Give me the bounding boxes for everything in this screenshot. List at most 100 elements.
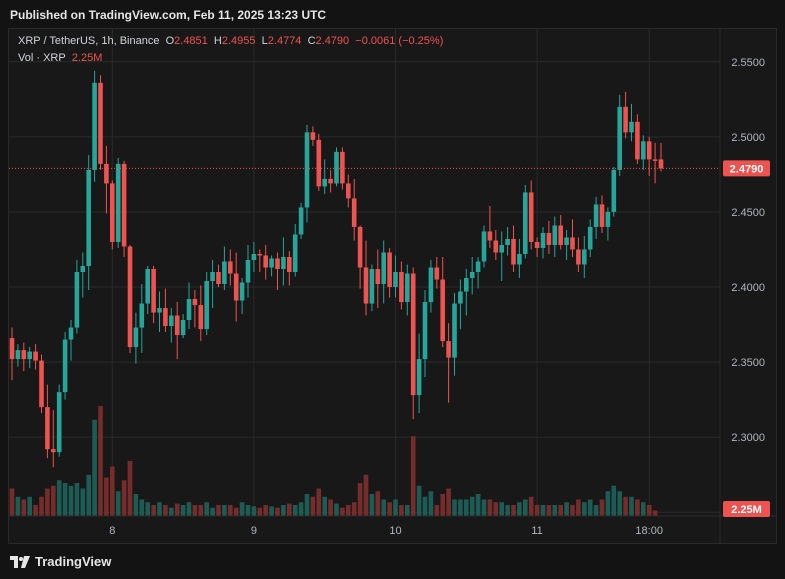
volume-bar xyxy=(481,499,487,516)
volume-bar xyxy=(62,483,68,516)
volume-bar xyxy=(287,503,292,516)
volume-bar xyxy=(239,502,245,516)
candle-body xyxy=(27,351,32,360)
candles xyxy=(9,70,664,468)
volume-bar xyxy=(169,507,174,516)
candle-body xyxy=(440,279,445,342)
volume-bar xyxy=(92,419,97,516)
last-price-label: 2.4790 xyxy=(730,163,764,175)
volume-bar xyxy=(334,503,339,516)
candle-body xyxy=(322,178,327,187)
volume-bar xyxy=(357,483,363,516)
x-tick-label: 10 xyxy=(389,525,401,537)
candle-body xyxy=(658,159,664,169)
volume-bar xyxy=(163,505,168,516)
candle-body xyxy=(623,106,628,133)
volume-bar xyxy=(328,499,333,516)
volume-bar xyxy=(558,505,563,516)
candle-body xyxy=(192,299,198,306)
footer: TradingView xyxy=(10,554,111,569)
volume-bar xyxy=(375,491,381,516)
volume-bar xyxy=(475,494,481,516)
candle-body xyxy=(546,232,552,245)
candle-body xyxy=(493,240,499,253)
volume-bar xyxy=(458,499,463,516)
candle-body xyxy=(139,303,145,328)
candle-body xyxy=(517,253,522,265)
volume-bar xyxy=(33,505,38,516)
candle-body xyxy=(416,359,422,396)
candle-body xyxy=(582,249,587,265)
candle-body xyxy=(629,121,634,133)
high-label: H xyxy=(213,35,222,47)
candle-body xyxy=(157,308,162,313)
candle-body xyxy=(481,231,487,262)
volume-label[interactable]: Vol · XRP xyxy=(18,52,66,64)
low-value: 2.4774 xyxy=(267,35,302,47)
candle-body xyxy=(204,281,209,330)
volume-legend: Vol · XRP 2.25M xyxy=(18,52,102,64)
candle-body xyxy=(428,267,434,303)
volume-bar xyxy=(399,505,404,516)
candle-body xyxy=(51,449,56,453)
candle-body xyxy=(56,392,62,453)
candle-body xyxy=(346,183,351,199)
volume-bar xyxy=(115,491,121,516)
x-tick-label: 18:00 xyxy=(635,525,663,537)
symbol-label[interactable]: XRP / TetherUS, 1h, Binance xyxy=(18,35,159,47)
volume-bar xyxy=(145,502,150,516)
candle-body xyxy=(145,268,150,304)
axes: 2.25002.30002.35002.40002.45002.50002.55… xyxy=(9,28,777,544)
candle-body xyxy=(410,273,416,396)
volume-bar xyxy=(139,499,145,516)
candle-body xyxy=(127,246,133,348)
candle-body xyxy=(133,327,139,348)
volume-bar xyxy=(599,499,605,516)
candle-body xyxy=(310,132,316,140)
candle-body xyxy=(452,303,457,358)
volume-bar xyxy=(80,488,86,516)
footer-brand[interactable]: TradingView xyxy=(35,554,111,569)
ohlc-legend: XRP / TetherUS, 1h, Binance O2.4851 H 2.4… xyxy=(18,35,443,47)
candle-body xyxy=(163,308,168,327)
volume-bar xyxy=(257,507,263,516)
volume-bar xyxy=(410,436,416,516)
candle-body xyxy=(216,272,221,285)
candle-body xyxy=(151,268,156,313)
candle-body xyxy=(617,106,622,170)
volume-bar xyxy=(363,474,369,516)
volume-bar xyxy=(523,499,528,516)
candle-body xyxy=(334,151,339,184)
volume-bar xyxy=(298,502,304,516)
volume-bar xyxy=(9,488,15,516)
candle-body xyxy=(62,339,68,393)
volume-bar xyxy=(56,480,62,516)
candle-body xyxy=(233,273,239,301)
candle-body xyxy=(369,268,375,304)
volume-bar xyxy=(127,461,133,516)
candle-body xyxy=(552,225,558,245)
candle-body xyxy=(499,244,504,253)
volume-bar xyxy=(157,502,162,516)
candle-body xyxy=(39,360,44,408)
y-tick-label: 2.5500 xyxy=(731,57,765,69)
candle-body xyxy=(210,272,215,282)
candle-body xyxy=(292,234,298,272)
candle-body xyxy=(110,183,115,242)
volume-bar xyxy=(464,499,469,516)
volume-bar xyxy=(68,485,74,516)
candle-body xyxy=(528,192,534,242)
volume-bar xyxy=(292,505,298,516)
candle-body xyxy=(98,82,103,164)
volume-bar xyxy=(528,496,534,516)
open-label: O xyxy=(165,35,175,47)
volume-bar xyxy=(186,502,192,516)
volume-bar xyxy=(405,505,410,516)
candle-body xyxy=(68,327,74,340)
open-value: 2.4851 xyxy=(174,35,208,47)
volume-bar xyxy=(304,494,310,516)
volume-bar xyxy=(511,505,516,516)
candlestick-chart[interactable]: 2.25002.30002.35002.40002.45002.50002.55… xyxy=(0,0,785,579)
candle-body xyxy=(564,237,569,245)
volume-bar xyxy=(51,485,56,516)
